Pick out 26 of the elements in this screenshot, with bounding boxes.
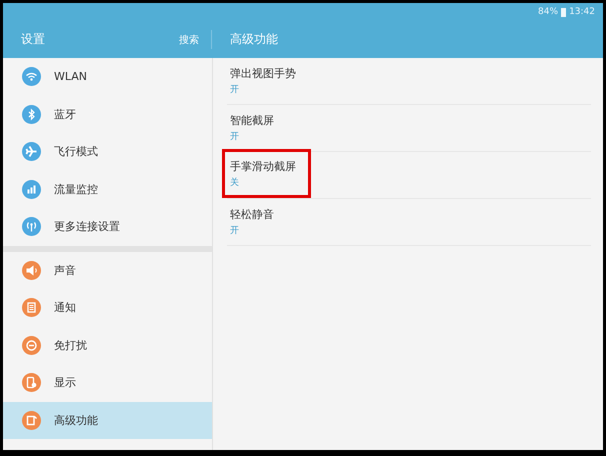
setting-title[interactable]: 轻松静音 <box>230 207 274 222</box>
battery-icon <box>561 8 566 16</box>
setting-item[interactable]: 智能截屏 开 <box>222 105 289 151</box>
sidebar-item[interactable]: 蓝牙 <box>3 96 212 133</box>
sidebar-item[interactable]: 更多连接设置 <box>3 208 212 246</box>
clock-time: 13:42 <box>569 7 595 17</box>
setting-title[interactable]: 手掌滑动截屏 <box>230 158 296 174</box>
sidebar-item[interactable]: 通知 <box>3 289 212 326</box>
page-title: 高级功能 <box>229 31 278 48</box>
sidebar-item[interactable]: 声音 <box>3 252 212 289</box>
setting-status: 开 <box>230 84 240 96</box>
sidebar-item[interactable]: 飞行模式 <box>3 133 212 170</box>
sidebar-item[interactable]: 显示 <box>3 364 212 402</box>
sidebar-item[interactable]: WLAN <box>3 58 212 96</box>
sidebar-item[interactable]: 免打扰 <box>3 326 212 364</box>
battery-percentage: 84% <box>538 7 558 17</box>
sidebar-item[interactable]: 流量监控 <box>3 170 212 208</box>
header-title: 设置 <box>21 31 45 48</box>
setting-title[interactable]: 智能截屏 <box>230 113 274 128</box>
setting-status: 开 <box>230 131 240 143</box>
setting-item[interactable]: 轻松静音 开 <box>222 199 289 245</box>
setting-status: 关 <box>230 176 240 188</box>
setting-item[interactable]: 弹出视图手势 开 <box>222 58 311 104</box>
setting-title[interactable]: 弹出视图手势 <box>230 66 296 81</box>
setting-status: 开 <box>230 225 240 237</box>
sidebar-item[interactable]: 高级功能 <box>3 402 212 439</box>
